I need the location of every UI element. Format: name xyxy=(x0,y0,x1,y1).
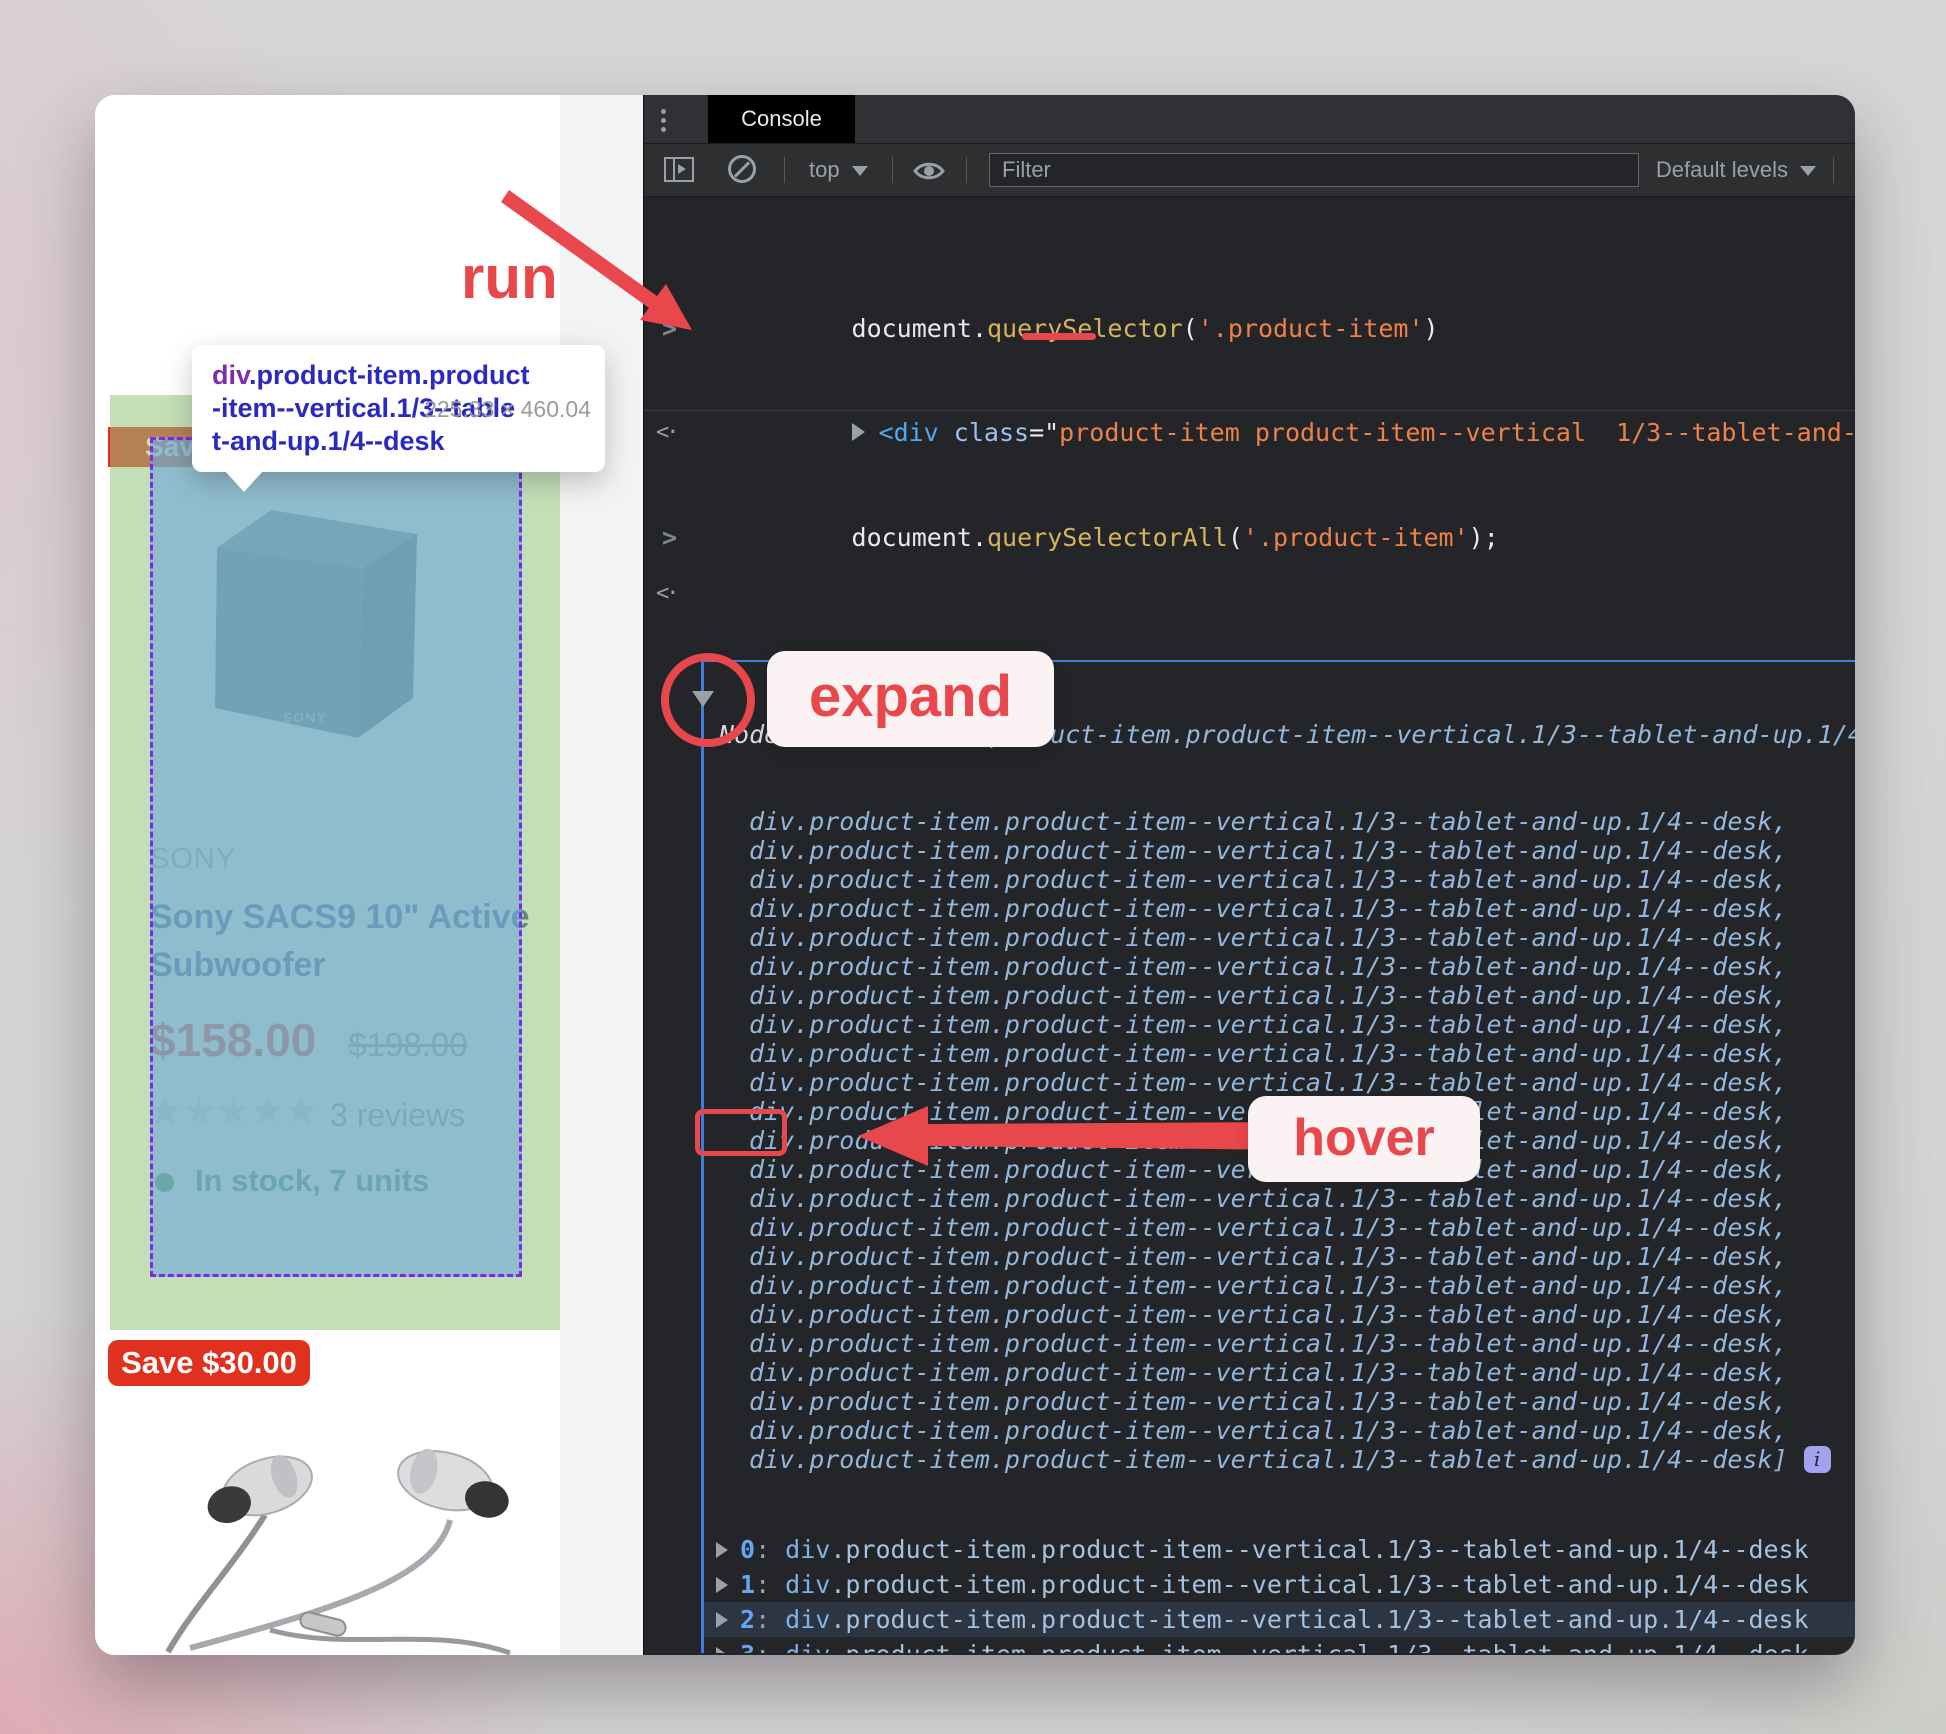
in-stock-dot-icon xyxy=(155,1173,174,1192)
expand-caret-icon[interactable] xyxy=(716,1647,728,1653)
tooltip-tag: div xyxy=(212,360,250,390)
nodelist-preview-line: div.product-item.product-item--vertical.… xyxy=(749,836,1788,865)
toolbar-divider xyxy=(966,157,967,183)
filter-input[interactable] xyxy=(989,153,1639,187)
webpage-panel: Save $40.00 SONY SONY Sony SACS9 10" Act… xyxy=(95,95,560,1655)
product1-old-price: $198.00 xyxy=(348,1026,468,1063)
tooltip-pointer xyxy=(225,471,263,492)
log-levels-dropdown[interactable]: Default levels xyxy=(1656,144,1816,196)
nodelist-preview-line: div.product-item.product-item--vertical.… xyxy=(749,1329,1788,1358)
product1-title[interactable]: Sony SACS9 10" Active Subwoofer xyxy=(150,893,530,989)
nodelist-preview-line: div.product-item.product-item--vertical.… xyxy=(749,952,1788,981)
nodelist-preview-line: div.product-item.product-item--vertical.… xyxy=(749,1242,1788,1271)
inspect-tooltip: div.product-item.product -item--vertical… xyxy=(192,345,605,492)
product2-save-badge: Save $30.00 xyxy=(108,1340,310,1386)
console-result-element[interactable]: <· <div class="product-item product-item-… xyxy=(644,365,1855,447)
expand-annotation-label: expand xyxy=(767,651,1054,747)
nodelist-item-row-3[interactable]: 3: div.product-item.product-item--vertic… xyxy=(704,1637,1855,1653)
product1-stock-status: In stock, 7 units xyxy=(195,1163,430,1198)
product1-star-rating: ★★★★★ xyxy=(148,1091,319,1133)
prompt-chevron-icon: > xyxy=(662,523,678,552)
toolbar-divider xyxy=(892,157,893,183)
product1-subwoofer-image: SONY xyxy=(215,510,417,738)
console-command-queryselector[interactable]: > document.querySelector('.product-item') xyxy=(644,255,1855,343)
nodelist-preview-line: div.product-item.product-item--vertical.… xyxy=(749,923,1788,952)
queryselectorall-underline-annotation xyxy=(1022,333,1096,340)
toolbar-divider xyxy=(1833,157,1834,183)
nodelist-preview-line: div.product-item.product-item--vertical.… xyxy=(749,1068,1788,1097)
expand-caret-icon[interactable] xyxy=(716,1612,728,1628)
nodelist-item-row-0[interactable]: 0: div.product-item.product-item--vertic… xyxy=(704,1532,1855,1567)
expand-caret-icon[interactable] xyxy=(716,1577,728,1593)
chevron-down-icon xyxy=(1800,166,1816,177)
console-toolbar: top Default levels xyxy=(644,144,1855,197)
nodelist-preview-line: div.product-item.product-item--vertical.… xyxy=(749,1039,1788,1068)
devtools-tabbar: Console xyxy=(644,95,1855,144)
result-marker-icon: <· xyxy=(656,581,679,606)
product1-price-row: $158.00 $198.00 xyxy=(150,1013,468,1067)
browser-window: Save $40.00 SONY SONY Sony SACS9 10" Act… xyxy=(95,95,1855,1655)
nodelist-preview-line: div.product-item.product-item--vertical.… xyxy=(749,1387,1788,1416)
expand-caret-icon[interactable] xyxy=(851,423,865,441)
nodelist-preview-line: div.product-item.product-item--vertical.… xyxy=(704,1445,1855,1474)
kebab-menu-icon[interactable] xyxy=(661,105,667,135)
expand-caret-icon[interactable] xyxy=(716,1542,728,1558)
product1-price: $158.00 xyxy=(150,1014,317,1066)
product1-reviews-link[interactable]: 3 reviews xyxy=(330,1097,465,1134)
result-marker-icon: <· xyxy=(656,420,679,445)
nodelist-preview-line: div.product-item.product-item--vertical.… xyxy=(749,1358,1788,1387)
svg-text:SONY: SONY xyxy=(283,710,328,725)
nodelist-preview-line: div.product-item.product-item--vertical.… xyxy=(749,1271,1788,1300)
product1-brand: SONY xyxy=(150,843,237,875)
context-selector-dropdown[interactable]: top xyxy=(809,144,868,196)
run-annotation-label: run xyxy=(461,244,558,311)
sidebar-toggle-icon[interactable] xyxy=(664,157,694,182)
nodelist-item-row-2[interactable]: 2: div.product-item.product-item--vertic… xyxy=(704,1602,1855,1637)
clear-console-icon[interactable] xyxy=(728,155,756,183)
screenshot-stage: Save $40.00 SONY SONY Sony SACS9 10" Act… xyxy=(0,0,1946,1734)
nodelist-expanded-rows: 0: div.product-item.product-item--vertic… xyxy=(704,1532,1855,1653)
nodelist-preview-line: div.product-item.product-item--vertical.… xyxy=(749,894,1788,923)
live-expression-eye-icon[interactable] xyxy=(912,159,946,183)
nodelist-item-row-1[interactable]: 1: div.product-item.product-item--vertic… xyxy=(704,1567,1855,1602)
nodelist-preview-line: div.product-item.product-item--vertical.… xyxy=(749,807,1788,836)
devtools-panel: Console top Default levels >docum xyxy=(643,95,1855,1655)
console-command-queryselectorall[interactable]: > document.querySelectorAll('.product-ite… xyxy=(644,469,1855,552)
nodelist-preview-line: div.product-item.product-item--vertical.… xyxy=(749,865,1788,894)
chevron-down-icon xyxy=(851,166,868,177)
nodelist-collapse-caret-icon[interactable] xyxy=(692,691,714,707)
nodelist-preview-line: div.product-item.product-item--vertical.… xyxy=(749,1010,1788,1039)
prompt-chevron-icon: > xyxy=(662,314,678,343)
toolbar-divider xyxy=(784,157,785,183)
console-log-area: > document.querySelector('.product-item')… xyxy=(644,197,1855,1653)
nodelist-preview-line: div.product-item.product-item--vertical.… xyxy=(749,1416,1788,1445)
hover-annotation-label: hover xyxy=(1248,1096,1480,1182)
hover-row-rect-annotation xyxy=(695,1109,787,1156)
nodelist-preview-line: div.product-item.product-item--vertical.… xyxy=(749,1213,1788,1242)
nodelist-preview-line: div.product-item.product-item--vertical.… xyxy=(749,1184,1788,1213)
tooltip-dimensions: 225.33 × 460.04 xyxy=(424,396,591,422)
product2-earbuds-image xyxy=(165,1448,511,1655)
nodelist-preview-line: div.product-item.product-item--vertical.… xyxy=(749,1300,1788,1329)
nodelist-preview-line: div.product-item.product-item--vertical.… xyxy=(749,981,1788,1010)
info-icon[interactable]: i xyxy=(1803,1446,1831,1473)
tab-console[interactable]: Console xyxy=(708,95,855,143)
